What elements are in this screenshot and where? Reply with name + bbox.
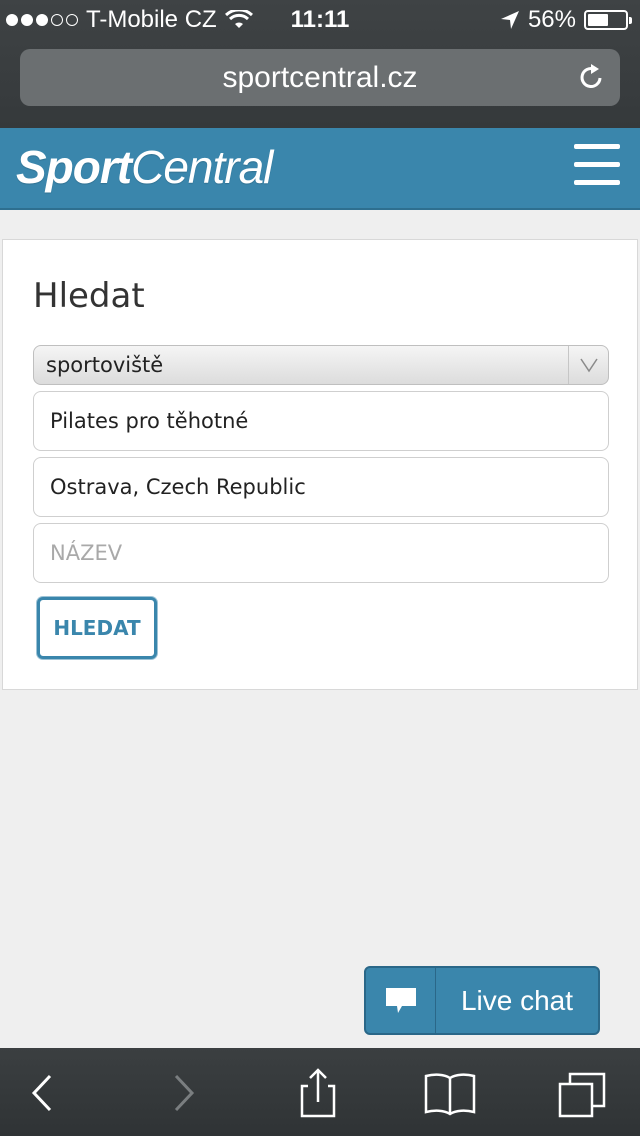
name-input-placeholder: NÁZEV <box>50 541 123 565</box>
search-submit-button[interactable]: HLEDAT <box>37 597 157 659</box>
search-type-select[interactable]: sportoviště <box>33 345 609 385</box>
location-arrow-icon <box>500 11 519 29</box>
battery-fill <box>588 14 608 26</box>
chevron-down-icon <box>568 346 608 384</box>
status-right: 56% <box>500 6 632 34</box>
activity-input[interactable]: Pilates pro těhotné <box>33 391 609 451</box>
search-card: Hledat sportoviště Pilates pro těhotné O… <box>2 239 638 690</box>
search-title: Hledat <box>33 276 145 316</box>
activity-input-value: Pilates pro těhotné <box>50 409 249 433</box>
live-chat-label: Live chat <box>460 985 574 1016</box>
search-type-value: sportoviště <box>46 353 164 377</box>
address-bar[interactable]: sportcentral.cz <box>20 49 620 106</box>
back-icon[interactable] <box>18 1068 70 1118</box>
live-chat-button[interactable]: Live chat <box>364 966 600 1035</box>
location-input[interactable]: Ostrava, Czech Republic <box>33 457 609 517</box>
logo-sport: Sport <box>16 141 132 193</box>
name-input[interactable]: NÁZEV <box>33 523 609 583</box>
chat-bubble-icon <box>366 968 436 1033</box>
browser-chrome-top: T-Mobile CZ 11:11 56% sportcentral.cz <box>0 0 640 128</box>
battery-percent: 56% <box>527 6 576 33</box>
hamburger-menu-icon[interactable] <box>574 144 620 192</box>
location-input-value: Ostrava, Czech Republic <box>50 475 306 499</box>
sportcentral-logo[interactable]: SportCentral <box>16 140 273 194</box>
reload-icon[interactable] <box>576 62 606 92</box>
share-icon[interactable] <box>292 1068 344 1118</box>
logo-central: Central <box>131 141 273 193</box>
bookmarks-icon[interactable] <box>424 1068 476 1118</box>
battery-icon <box>584 10 632 30</box>
url-text: sportcentral.cz <box>222 61 418 94</box>
site-header: SportCentral <box>0 128 640 210</box>
browser-toolbar <box>0 1048 640 1136</box>
forward-icon[interactable] <box>156 1068 208 1118</box>
tabs-icon[interactable] <box>556 1068 608 1118</box>
status-bar: T-Mobile CZ 11:11 56% <box>0 0 640 40</box>
